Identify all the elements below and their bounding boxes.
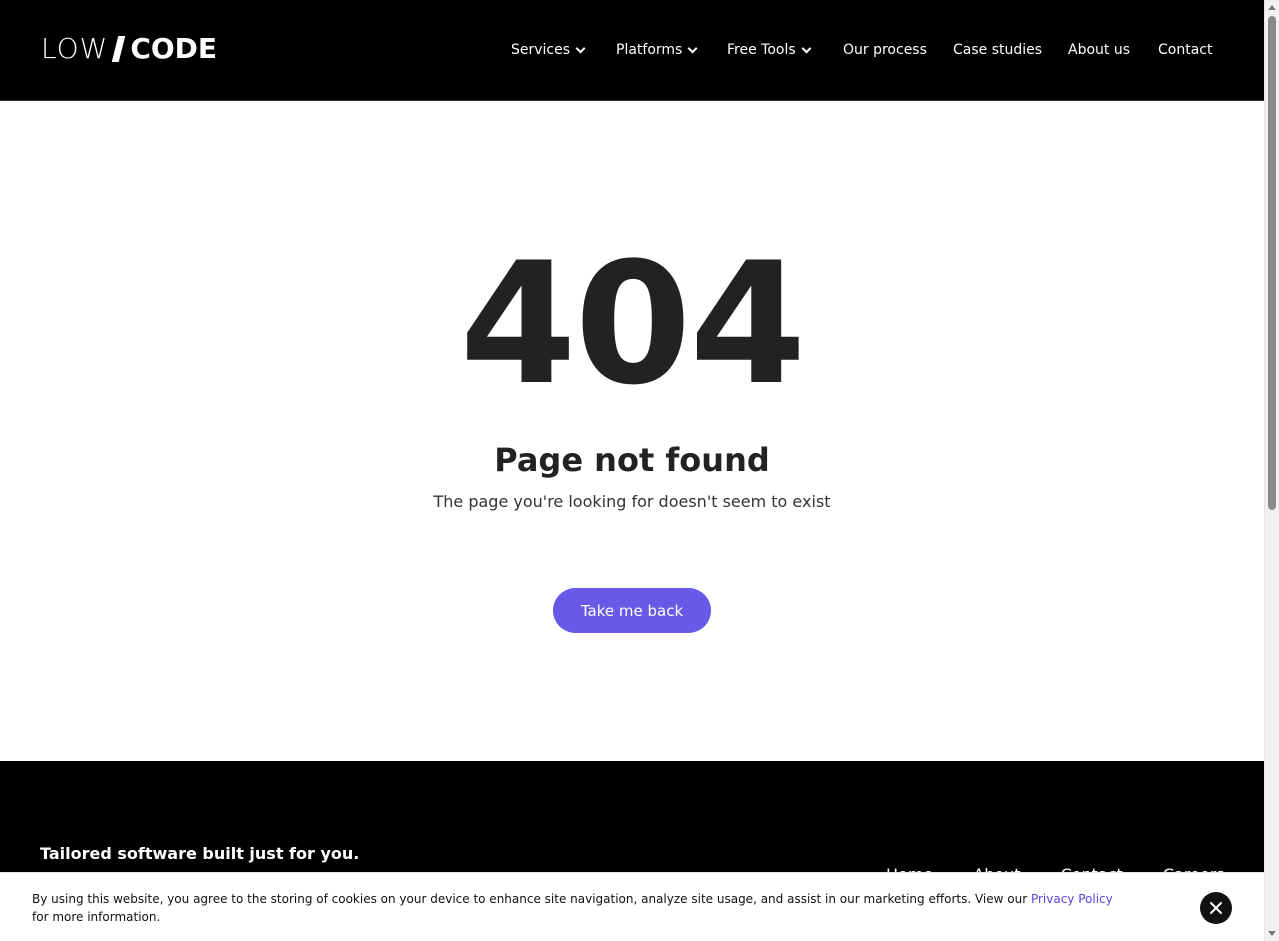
nav-services[interactable]: Services: [511, 40, 616, 60]
nav-our-process-label: Our process: [843, 42, 927, 58]
logo-slash: [112, 36, 126, 62]
take-me-back-button[interactable]: Take me back: [553, 588, 711, 633]
nav-case-studies-label: Case studies: [953, 42, 1043, 58]
cookie-text: By using this website, you agree to the …: [32, 890, 1122, 926]
footer-tagline: Tailored software built just for you.: [40, 844, 360, 863]
scroll-up-arrow-icon[interactable]: [1268, 5, 1276, 10]
logo-text-bold: CODE: [130, 32, 218, 65]
privacy-policy-link[interactable]: Privacy Policy: [1031, 892, 1113, 906]
chevron-down-icon: [575, 43, 586, 53]
close-icon: [1210, 902, 1222, 914]
nav-free-tools-label: Free Tools: [727, 42, 796, 58]
logo-text-light: LOW: [41, 32, 109, 65]
cookie-text-before: By using this website, you agree to the …: [32, 892, 1031, 906]
cookie-close-button[interactable]: [1200, 892, 1232, 924]
nav-about-us-label: About us: [1068, 42, 1131, 58]
error-code: 404: [459, 226, 807, 422]
cookie-text-after: for more information.: [32, 910, 161, 924]
page-title: Page not found: [494, 441, 770, 479]
nav-platforms-label: Platforms: [616, 42, 683, 58]
main-nav: Services Platforms Free Tools Our proces…: [511, 40, 1212, 60]
nav-platforms[interactable]: Platforms: [616, 40, 727, 60]
nav-contact[interactable]: Contact: [1158, 40, 1212, 60]
main-content: 404 Page not found The page you're looki…: [0, 101, 1264, 761]
page: LOW CODE Services Platforms Free Tools O…: [0, 0, 1264, 941]
nav-our-process[interactable]: Our process: [843, 40, 953, 60]
scroll-down-arrow-icon[interactable]: [1268, 931, 1276, 936]
chevron-down-icon: [687, 43, 698, 53]
nav-contact-label: Contact: [1158, 42, 1213, 58]
nav-case-studies[interactable]: Case studies: [953, 40, 1068, 60]
vertical-scrollbar[interactable]: [1264, 0, 1279, 941]
site-header: LOW CODE Services Platforms Free Tools O…: [0, 0, 1264, 101]
nav-free-tools[interactable]: Free Tools: [727, 40, 843, 60]
scrollbar-thumb[interactable]: [1268, 16, 1276, 510]
page-subtitle: The page you're looking for doesn't seem…: [433, 492, 831, 511]
cookie-banner: By using this website, you agree to the …: [0, 872, 1264, 941]
logo[interactable]: LOW CODE: [41, 33, 217, 65]
nav-about-us[interactable]: About us: [1068, 40, 1158, 60]
nav-services-label: Services: [511, 42, 571, 58]
chevron-down-icon: [801, 43, 812, 53]
